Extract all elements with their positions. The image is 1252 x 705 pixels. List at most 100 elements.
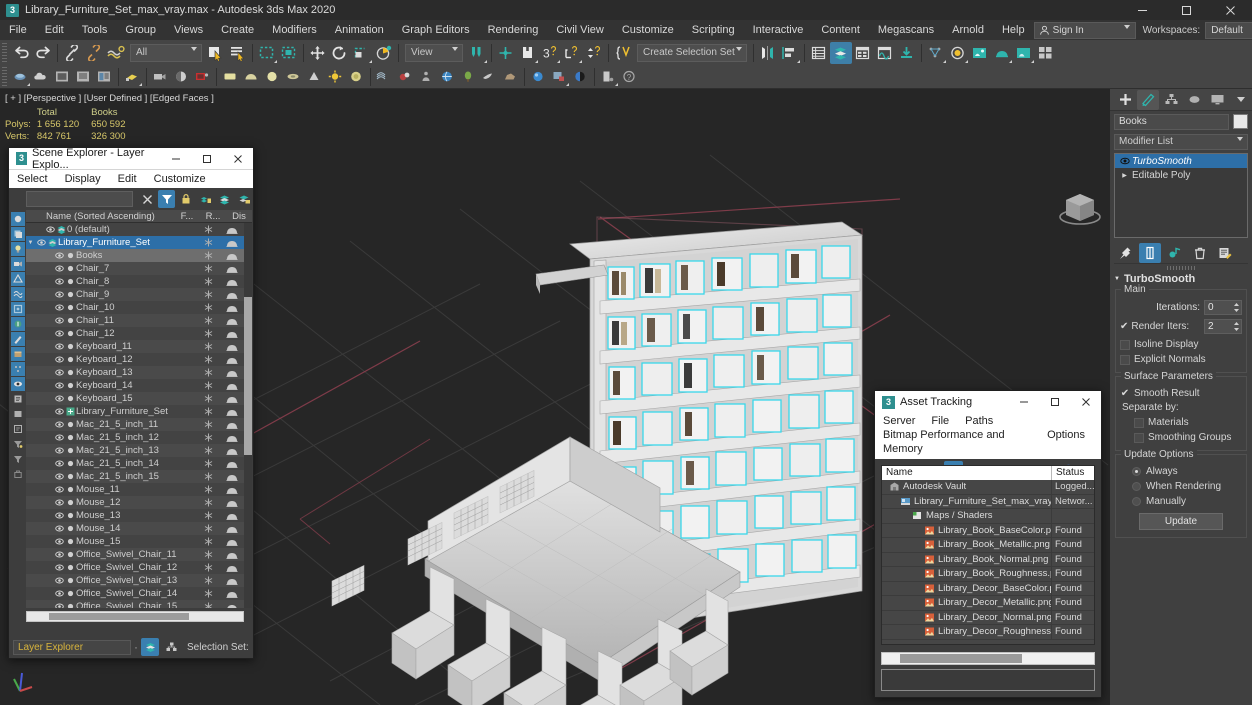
minimize-button[interactable] bbox=[160, 148, 191, 170]
sx-menu-display[interactable]: Display bbox=[65, 173, 101, 185]
select-helpers-icon[interactable] bbox=[11, 272, 25, 286]
renderable-toggle-icon[interactable] bbox=[220, 538, 244, 546]
renderable-toggle-icon[interactable] bbox=[220, 447, 244, 455]
at-menu-paths[interactable]: Paths bbox=[965, 414, 993, 428]
visibility-eye-icon[interactable] bbox=[53, 265, 65, 272]
properties-list-icon[interactable] bbox=[11, 422, 25, 436]
at-menu-file[interactable]: File bbox=[931, 414, 949, 428]
scene-explorer-row[interactable]: ▼Library_Furniture_Set bbox=[26, 236, 244, 249]
frozen-toggle-icon[interactable] bbox=[196, 589, 220, 598]
edit-named-selection-sets-icon[interactable] bbox=[612, 42, 634, 64]
visibility-eye-icon[interactable] bbox=[53, 564, 65, 571]
frozen-toggle-icon[interactable] bbox=[196, 264, 220, 273]
menu-modifiers[interactable]: Modifiers bbox=[263, 20, 326, 40]
snaps-toggle-icon[interactable] bbox=[517, 42, 539, 64]
renderable-toggle-icon[interactable] bbox=[220, 226, 244, 234]
object-name-field[interactable]: Books bbox=[1114, 114, 1229, 130]
frozen-toggle-icon[interactable] bbox=[196, 238, 220, 247]
open-ui-layouts-icon[interactable] bbox=[1035, 42, 1057, 64]
scene-explorer-row[interactable]: 0 (default) bbox=[26, 223, 244, 236]
column-render[interactable]: R... bbox=[200, 211, 226, 222]
radio-when-rendering[interactable]: When Rendering bbox=[1120, 479, 1242, 494]
vray-cloud-icon[interactable] bbox=[31, 66, 52, 87]
funnel-icon[interactable] bbox=[11, 452, 25, 466]
visibility-eye-icon[interactable] bbox=[53, 421, 65, 428]
asset-row[interactable]: Library_Furniture_Set_max_vray.maxNetwor… bbox=[882, 495, 1094, 510]
visibility-eye-icon[interactable] bbox=[53, 512, 65, 519]
visibility-eye-icon[interactable] bbox=[53, 486, 65, 493]
renderable-toggle-icon[interactable] bbox=[220, 473, 244, 481]
layer-explorer-mode-icon[interactable] bbox=[141, 638, 159, 656]
object-color-swatch[interactable] bbox=[1233, 114, 1248, 129]
asset-row[interactable]: Library_Book_Roughness.pngFound bbox=[882, 567, 1094, 582]
at-menu-server[interactable]: Server bbox=[883, 414, 915, 428]
scene-explorer-row[interactable]: Library_Furniture_Set bbox=[26, 405, 244, 418]
at-menu-bitmap-performance[interactable]: Bitmap Performance and Memory bbox=[883, 428, 1031, 456]
iterations-spinner[interactable]: 0 bbox=[1204, 300, 1242, 315]
project-manager-icon[interactable] bbox=[598, 66, 619, 87]
frozen-toggle-icon[interactable] bbox=[196, 459, 220, 468]
scrollbar-thumb[interactable] bbox=[49, 613, 189, 620]
renderable-toggle-icon[interactable] bbox=[220, 499, 244, 507]
renderable-toggle-icon[interactable] bbox=[220, 291, 244, 299]
renderable-toggle-icon[interactable] bbox=[220, 252, 244, 260]
disc-light-icon[interactable] bbox=[283, 66, 304, 87]
scene-explorer-row[interactable]: Keyboard_12 bbox=[26, 353, 244, 366]
arnold-render-view-icon[interactable] bbox=[192, 66, 213, 87]
menu-file[interactable]: File bbox=[0, 20, 36, 40]
scene-explorer-row[interactable]: Mac_21_5_inch_11 bbox=[26, 418, 244, 431]
scene-explorer-row[interactable]: Keyboard_11 bbox=[26, 340, 244, 353]
asset-row[interactable]: Library_Decor_Normal.pngFound bbox=[882, 611, 1094, 626]
scene-explorer-row[interactable]: Mac_21_5_inch_15 bbox=[26, 470, 244, 483]
render-iters-spinner[interactable]: 2 bbox=[1204, 319, 1242, 334]
add-layer-icon[interactable] bbox=[197, 190, 214, 208]
frozen-toggle-icon[interactable] bbox=[196, 355, 220, 364]
visibility-eye-icon[interactable] bbox=[53, 590, 65, 597]
renderable-toggle-icon[interactable] bbox=[220, 512, 244, 520]
renderable-toggle-icon[interactable] bbox=[220, 278, 244, 286]
smooth-result-checkbox[interactable]: ✔ Smooth Result bbox=[1120, 386, 1242, 401]
select-and-scale-icon[interactable] bbox=[351, 42, 373, 64]
at-menu-options[interactable]: Options bbox=[1047, 428, 1085, 456]
panel-divider[interactable] bbox=[1110, 264, 1252, 271]
visibility-eye-icon[interactable] bbox=[53, 577, 65, 584]
menu-animation[interactable]: Animation bbox=[326, 20, 393, 40]
modify-tab-icon[interactable] bbox=[1137, 90, 1159, 110]
hierarchy-tab-icon[interactable] bbox=[1160, 90, 1182, 110]
visibility-eye-icon[interactable] bbox=[53, 551, 65, 558]
omni-light-icon[interactable] bbox=[325, 66, 346, 87]
menu-customize[interactable]: Customize bbox=[613, 20, 683, 40]
visibility-eye-icon[interactable] bbox=[53, 538, 65, 545]
layer-explorer-icon[interactable] bbox=[808, 42, 830, 64]
rectangular-selection-region-icon[interactable] bbox=[256, 42, 278, 64]
scene-explorer-row[interactable]: Mouse_13 bbox=[26, 509, 244, 522]
frozen-toggle-icon[interactable] bbox=[196, 498, 220, 507]
visibility-eye-icon[interactable] bbox=[53, 278, 65, 285]
asset-row[interactable]: Library_Book_BaseColor.pngFound bbox=[882, 524, 1094, 539]
menu-civil-view[interactable]: Civil View bbox=[547, 20, 612, 40]
substance-icon[interactable] bbox=[528, 66, 549, 87]
frozen-toggle-icon[interactable] bbox=[196, 303, 220, 312]
frozen-toggle-icon[interactable] bbox=[196, 368, 220, 377]
visibility-eye-icon[interactable] bbox=[53, 304, 65, 311]
layer-select-icon[interactable] bbox=[216, 190, 233, 208]
renderable-toggle-icon[interactable] bbox=[220, 421, 244, 429]
visibility-eye-icon[interactable] bbox=[53, 291, 65, 298]
column-display[interactable]: Dis bbox=[226, 211, 252, 222]
asset-tracking-dialog[interactable]: 3 Asset Tracking Server File Paths Bitma… bbox=[874, 390, 1102, 698]
eye-icon[interactable] bbox=[1117, 157, 1132, 165]
layer-properties-icon[interactable] bbox=[236, 190, 253, 208]
angle-snap-toggle-icon[interactable]: 3 bbox=[539, 42, 561, 64]
clear-search-icon[interactable] bbox=[139, 190, 156, 208]
arnold-light-icon[interactable] bbox=[122, 66, 143, 87]
frozen-toggle-icon[interactable] bbox=[196, 446, 220, 455]
render-setup-icon[interactable] bbox=[969, 42, 991, 64]
column-frozen[interactable]: F... bbox=[174, 211, 200, 222]
scene-explorer-row[interactable]: Chair_8 bbox=[26, 275, 244, 288]
configure-modifier-sets-icon[interactable] bbox=[1214, 243, 1236, 263]
schematic-view-icon[interactable] bbox=[874, 42, 896, 64]
scene-explorer-row[interactable]: Office_Swivel_Chair_14 bbox=[26, 587, 244, 600]
radio-always[interactable]: Always bbox=[1120, 464, 1242, 479]
select-containers-icon[interactable] bbox=[11, 347, 25, 361]
help-circle-icon[interactable]: ? bbox=[619, 66, 640, 87]
